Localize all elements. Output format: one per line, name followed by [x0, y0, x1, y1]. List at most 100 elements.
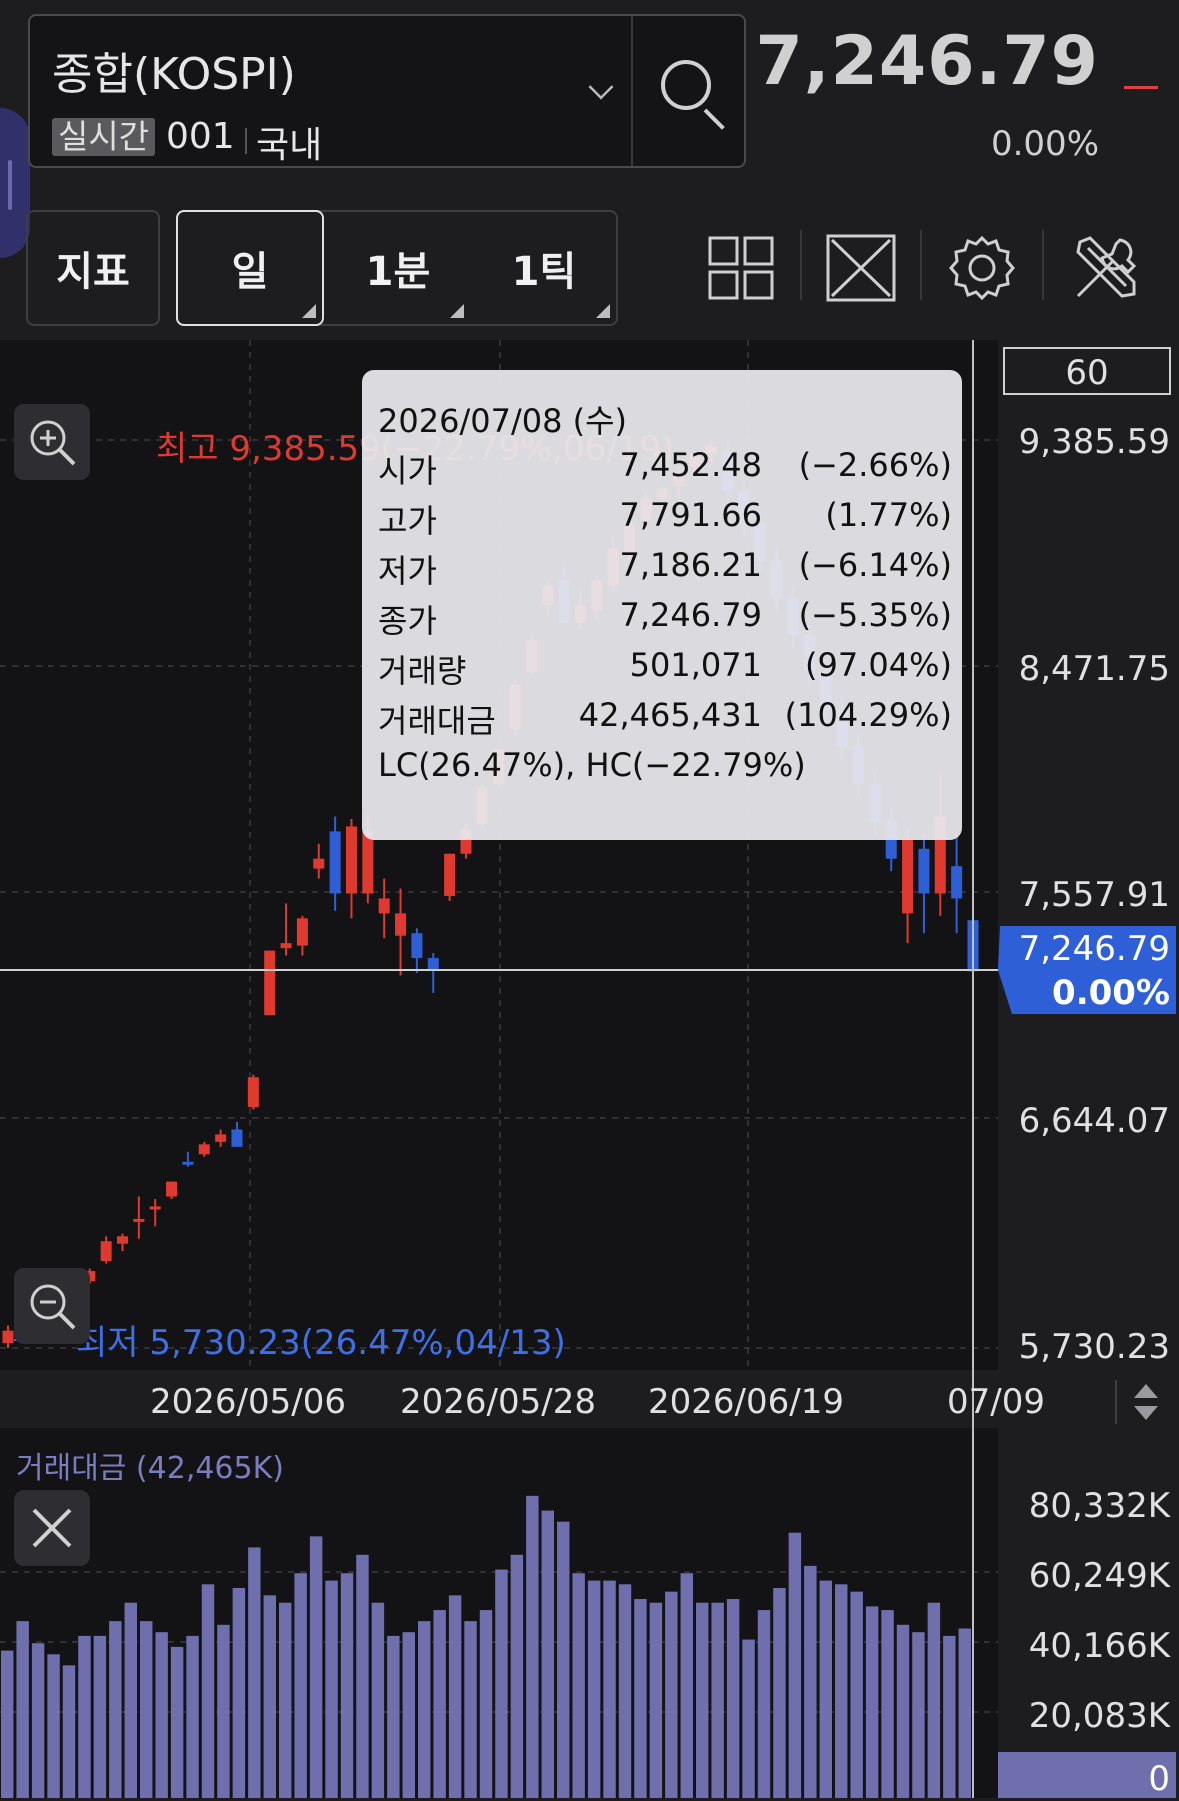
candle-body [427, 958, 439, 971]
volume-bar [62, 1665, 76, 1798]
volume-bar [279, 1602, 292, 1798]
volume-bar [464, 1621, 477, 1798]
volume-bar [510, 1554, 524, 1798]
volume-title: 거래대금 (42,465K) [16, 1451, 284, 1486]
volume-bar [371, 1602, 385, 1798]
volume-bar [201, 1584, 215, 1798]
volume-bar [433, 1610, 446, 1798]
candle-body [329, 831, 341, 894]
tooltip-value: 42,465,431 [578, 696, 762, 734]
volume-bar [835, 1584, 848, 1798]
candle-body [345, 826, 357, 894]
volume-bar [726, 1599, 740, 1798]
tooltip-value: 7,791.66 [619, 496, 763, 534]
low-annotation: 최저 5,730.23(26.47%,04/13) [76, 1323, 566, 1363]
zoom-in-button[interactable] [14, 404, 90, 480]
tooltip-label: 고가 [378, 502, 437, 540]
volume-bar [124, 1602, 137, 1798]
volume-bar [140, 1621, 153, 1798]
price-tag-pct: 0.00% [1052, 973, 1170, 1013]
volume-bar [603, 1580, 616, 1798]
volume-axis-label: 80,332K [1029, 1486, 1172, 1526]
volume-bar [618, 1584, 632, 1798]
volume-bar [804, 1565, 817, 1798]
candle-body [149, 1206, 161, 1210]
candle-body [215, 1134, 227, 1142]
volume-bar [541, 1510, 554, 1798]
volume-bar [155, 1632, 168, 1798]
candle-body [2, 1330, 14, 1344]
volume-bar [495, 1569, 508, 1798]
volume-bar [294, 1573, 307, 1798]
y-axis-label: 5,730.23 [1019, 1327, 1170, 1367]
visible-count: 60 [1065, 353, 1108, 393]
tooltip-footer-row: LC(26.47%), HC(−22.79%) [378, 746, 952, 786]
volume-bar [387, 1635, 400, 1798]
tooltip-value: 501,071 [629, 646, 762, 684]
tooltip-pct: (1.77%) [825, 496, 952, 534]
volume-bar [448, 1595, 462, 1798]
tooltip-row-low: 저가 7,186.21 (−6.14%) [378, 546, 952, 590]
volume-bar [865, 1606, 879, 1798]
tooltip-row-close: 종가 7,246.79 (−5.35%) [378, 596, 952, 640]
x-axis-label: 2026/05/06 [150, 1382, 346, 1422]
volume-bar [109, 1621, 122, 1798]
candle-body [133, 1218, 145, 1222]
volume-bar [665, 1591, 678, 1798]
tooltip-pct: (−5.35%) [798, 596, 952, 634]
x-axis-label: 2026/05/28 [400, 1382, 596, 1422]
zoom-out-button[interactable] [14, 1268, 90, 1344]
volume-bar [479, 1610, 493, 1798]
volume-bar [170, 1646, 184, 1798]
ohlc-tooltip: 2026/07/08 (수) 시가 7,452.48 (−2.66%) 고가 7… [362, 370, 962, 840]
volume-axis-label: 0 [1148, 1759, 1170, 1799]
x-axis-label: 07/09 [947, 1382, 1045, 1422]
candle-body [902, 838, 914, 914]
volume-bar [680, 1573, 693, 1798]
volume-bar [402, 1632, 415, 1798]
volume-bar [1, 1650, 14, 1798]
tooltip-label: 저가 [378, 552, 437, 590]
candle-body [444, 853, 456, 896]
volume-bar [16, 1621, 29, 1798]
volume-bar [248, 1547, 261, 1798]
volume-bar [78, 1635, 91, 1798]
zoom-out-icon [30, 1284, 76, 1330]
volume-axis-label: 60,249K [1029, 1556, 1172, 1596]
candle-body [198, 1144, 210, 1155]
tooltip-date-row: 2026/07/08 (수) [378, 396, 952, 440]
tooltip-row-open: 시가 7,452.48 (−2.66%) [378, 446, 952, 490]
volume-bar [93, 1635, 107, 1798]
y-axis-label: 8,471.75 [1019, 649, 1170, 689]
chart-app: 종합(KOSPI) 실시간 001 국내 7,246.79 0.00% 지표 일… [0, 0, 1179, 1801]
price-chart[interactable]: 60 9,385.59 8,471.75 7,557.91 6,644.07 5… [0, 0, 1179, 1801]
candle-body [100, 1241, 112, 1262]
tooltip-row-high: 고가 7,791.66 (1.77%) [378, 496, 952, 540]
volume-bar [788, 1532, 802, 1798]
volume-bar [742, 1639, 755, 1798]
tooltip-pct: (104.29%) [784, 696, 952, 734]
volume-bar [232, 1587, 246, 1798]
volume-bar [912, 1632, 925, 1798]
volume-bar [557, 1521, 570, 1798]
volume-bar [340, 1573, 354, 1798]
volume-bar [773, 1587, 786, 1798]
candle-body [378, 898, 390, 914]
volume-bar [711, 1602, 724, 1798]
volume-bar [696, 1602, 709, 1798]
tooltip-value: 7,452.48 [619, 446, 763, 484]
price-tag-value: 7,246.79 [1019, 929, 1170, 969]
volume-bar [572, 1573, 585, 1798]
close-indicator-button[interactable] [14, 1490, 90, 1566]
volume-bar [943, 1635, 956, 1798]
volume-bar [819, 1580, 832, 1798]
volume-bar [526, 1495, 539, 1798]
volume-bar [881, 1610, 894, 1798]
candle-body [247, 1077, 259, 1108]
tooltip-row-amount: 거래대금 42,465,431 (104.29%) [378, 696, 952, 740]
y-axis-label: 7,557.91 [1019, 875, 1170, 915]
volume-bar [356, 1554, 369, 1798]
x-axis-label: 2026/06/19 [648, 1382, 844, 1422]
volume-bar [418, 1621, 431, 1798]
volume-bar [850, 1591, 863, 1798]
